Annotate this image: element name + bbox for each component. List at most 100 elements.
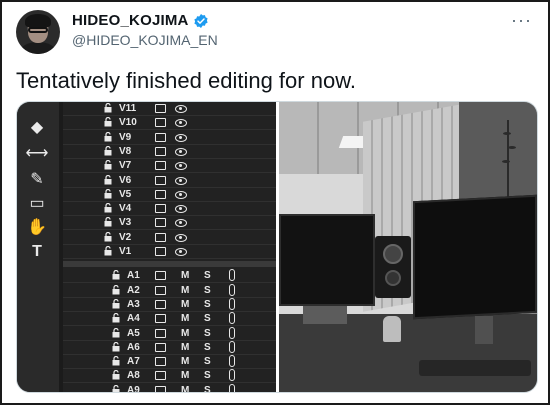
sync-lock-icon[interactable] [155,299,166,309]
mute-button[interactable]: M [181,270,189,281]
mute-button[interactable]: M [181,328,189,339]
solo-button[interactable]: S [204,385,211,392]
eye-icon[interactable] [175,190,187,199]
eye-icon[interactable] [175,105,187,113]
audio-track-row[interactable]: A2 M S [63,283,276,298]
sync-lock-icon[interactable] [155,218,166,228]
lock-icon[interactable] [104,217,112,227]
sync-lock-icon[interactable] [155,357,166,367]
eye-icon[interactable] [175,162,187,171]
lock-icon[interactable] [112,341,120,352]
sync-lock-icon[interactable] [155,271,166,281]
sync-lock-icon[interactable] [155,161,166,171]
eye-icon[interactable] [175,248,187,256]
mute-button[interactable]: M [181,356,189,367]
mute-button[interactable]: M [181,313,189,324]
sync-lock-icon[interactable] [155,132,166,142]
eye-icon[interactable] [175,219,187,228]
lock-icon[interactable] [104,102,112,113]
eye-icon[interactable] [175,119,187,128]
tweet-media[interactable]: ◆ ⟷ ✎ ▭ ✋ T V11 V10 V9 V8 V7 V6 V5 V4 V3 V2 V1 A1 M S… [16,101,538,393]
lock-icon[interactable] [104,131,112,142]
eye-icon[interactable] [175,147,187,156]
sync-lock-icon[interactable] [155,146,166,156]
video-track-row[interactable]: V1 [63,245,276,259]
mic-icon[interactable] [229,297,235,310]
lock-icon[interactable] [112,298,120,309]
audio-track-row[interactable]: A9 M S [63,383,276,392]
audio-track-row[interactable]: A3 M S [63,297,276,312]
solo-button[interactable]: S [204,285,211,296]
mute-button[interactable]: M [181,342,189,353]
solo-button[interactable]: S [204,313,211,324]
lock-icon[interactable] [112,270,120,280]
sync-lock-icon[interactable] [155,204,166,214]
mic-icon[interactable] [229,312,235,325]
sync-lock-icon[interactable] [155,118,166,128]
sync-lock-icon[interactable] [155,104,166,113]
sync-lock-icon[interactable] [155,342,166,352]
sync-lock-icon[interactable] [155,328,166,338]
lock-icon[interactable] [104,160,112,170]
lock-icon[interactable] [104,188,112,199]
video-track-row[interactable]: V9 [63,131,276,145]
video-track-row[interactable]: V5 [63,188,276,202]
mic-icon[interactable] [229,326,235,339]
handle[interactable]: @HIDEO_KOJIMA_EN [72,32,218,48]
mute-button[interactable]: M [181,285,189,296]
lock-icon[interactable] [112,356,120,366]
lock-icon[interactable] [112,384,120,392]
solo-button[interactable]: S [204,270,211,281]
display-name[interactable]: HIDEO_KOJIMA [72,12,189,29]
eye-icon[interactable] [175,133,187,142]
lock-icon[interactable] [104,203,112,213]
video-track-row[interactable]: V2 [63,231,276,245]
video-track-row[interactable]: V10 [63,116,276,131]
video-track-row[interactable]: V3 [63,216,276,231]
lock-icon[interactable] [112,370,120,380]
lock-icon[interactable] [104,231,112,242]
avatar[interactable] [16,10,60,54]
solo-button[interactable]: S [204,370,211,381]
eye-icon[interactable] [175,176,187,185]
track-divider[interactable] [63,261,276,268]
mute-button[interactable]: M [181,385,189,392]
mic-icon[interactable] [229,340,235,353]
lock-icon[interactable] [112,327,120,338]
audio-track-row[interactable]: A7 M S [63,355,276,370]
sync-lock-icon[interactable] [155,175,166,185]
lock-icon[interactable] [112,313,120,323]
editor-screenshot-image[interactable]: ◆ ⟷ ✎ ▭ ✋ T V11 V10 V9 V8 V7 V6 V5 V4 V3 V2 V1 A1 M S… [17,102,276,392]
mic-icon[interactable] [229,369,235,382]
more-horizontal-icon[interactable]: ··· [511,10,532,31]
audio-track-row[interactable]: A1 M S [63,269,276,284]
eye-icon[interactable] [175,233,187,242]
office-photo-image[interactable] [279,102,537,392]
video-track-row[interactable]: V4 [63,202,276,217]
lock-icon[interactable] [104,117,112,127]
lock-icon[interactable] [104,245,112,256]
audio-track-row[interactable]: A5 M S [63,326,276,341]
mic-icon[interactable] [229,269,235,282]
sync-lock-icon[interactable] [155,371,166,381]
solo-button[interactable]: S [204,356,211,367]
sync-lock-icon[interactable] [155,285,166,295]
sync-lock-icon[interactable] [155,232,166,242]
audio-track-row[interactable]: A8 M S [63,369,276,384]
video-track-row[interactable]: V6 [63,174,276,188]
mic-icon[interactable] [229,355,235,368]
sync-lock-icon[interactable] [155,247,166,256]
mic-icon[interactable] [229,383,235,392]
video-track-row[interactable]: V7 [63,159,276,174]
mic-icon[interactable] [229,283,235,296]
audio-track-row[interactable]: A4 M S [63,312,276,327]
mute-button[interactable]: M [181,299,189,310]
video-track-row[interactable]: V11 [63,102,276,116]
solo-button[interactable]: S [204,328,211,339]
sync-lock-icon[interactable] [155,314,166,324]
audio-track-row[interactable]: A6 M S [63,340,276,355]
solo-button[interactable]: S [204,299,211,310]
mute-button[interactable]: M [181,370,189,381]
sync-lock-icon[interactable] [155,385,166,392]
video-track-row[interactable]: V8 [63,145,276,159]
